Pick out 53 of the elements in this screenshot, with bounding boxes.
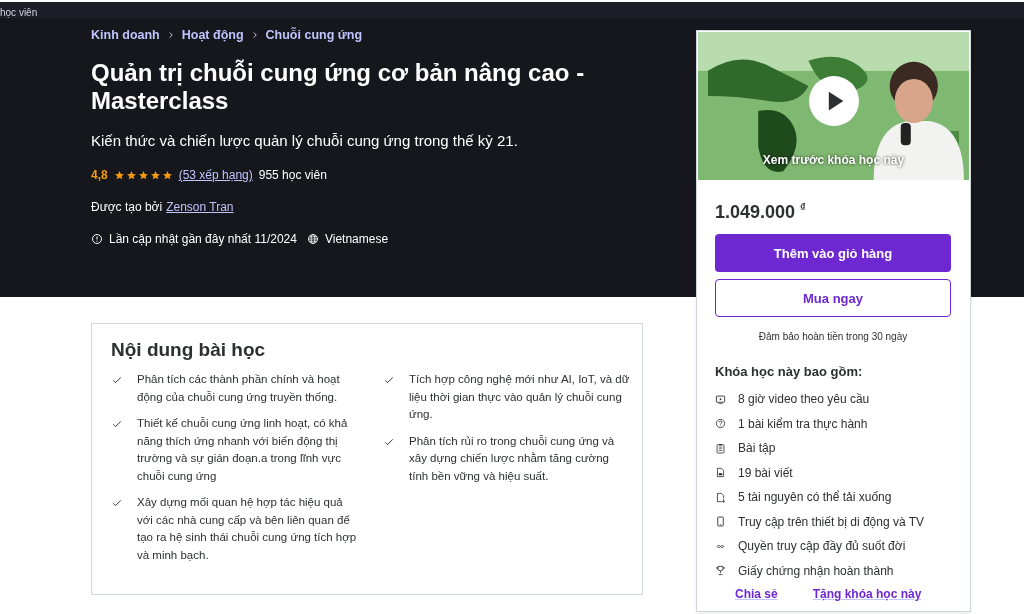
breadcrumb-link[interactable]: Kinh doanh (91, 28, 160, 42)
star-icon (161, 169, 173, 181)
star-icon (137, 169, 149, 181)
learning-point: Thiết kế chuỗi cung ứng linh hoạt, có khả năng thích ứng nhanh với biến động thị trường và sự gián đoạn.a trong lĩnh vực chuỗi cung ứng (137, 416, 349, 484)
file-download-icon (715, 491, 726, 503)
star-icon (125, 169, 137, 181)
author-link[interactable]: Zenson Tran (166, 200, 234, 214)
card-link[interactable]: Chia sẻ (735, 587, 778, 601)
feature-text: 1 bài kiểm tra thực hành (738, 416, 868, 431)
breadcrumb-link[interactable]: Hoạt động (181, 28, 244, 42)
question-icon (715, 418, 726, 430)
course-subtitle: Kiến thức và chiến lược quản lý chuỗi cung ứng trong thế kỷ 21. (91, 132, 519, 149)
last-updated: Lần cập nhật gần đây nhất 11/2024 (109, 232, 297, 246)
rating-score: 4,8 (91, 168, 108, 182)
student-count: 955 học viên (258, 168, 327, 182)
star-icon (149, 169, 161, 181)
ratings-link[interactable]: (53 xếp hạng) (178, 168, 253, 182)
section-heading: Nội dung bài học (111, 339, 267, 361)
feature-text: Truy cập trên thiết bị di động và TV (738, 514, 925, 529)
star-icon (113, 169, 125, 181)
phone-icon (715, 516, 726, 528)
feature-text: Bài tập (738, 441, 776, 456)
feature-text: Quyền truy cập đầy đủ suốt đời (738, 539, 906, 554)
check-icon (111, 418, 123, 430)
add-to-cart-button[interactable]: Thêm vào giỏ hàng (715, 234, 951, 272)
includes-heading: Khóa học này bao gồm: (715, 364, 864, 379)
video-icon (715, 393, 726, 405)
learning-point: Phân tích rủi ro trong chuỗi cung ứng và xây dựng chiến lược nhằm tăng cường tính bền vững và hiệu suất. (409, 433, 616, 484)
trophy-icon (715, 565, 726, 577)
document-icon (715, 467, 726, 479)
globe-icon (306, 233, 319, 245)
feature-text: 8 giờ video theo yêu cầu (738, 392, 870, 407)
course-language: Vietnamese (324, 232, 389, 246)
course-price: 1.049.000 $^{₫}$ (715, 201, 807, 223)
buy-now-button[interactable]: Mua ngay (715, 279, 951, 317)
check-icon (383, 374, 395, 386)
alert-icon (91, 233, 103, 245)
check-icon (111, 374, 123, 386)
breadcrumb-link[interactable]: Chuỗi cung ứng (265, 28, 363, 42)
play-icon (808, 76, 859, 126)
learning-point: Tích hợp công nghệ mới như AI, IoT, và dữ liệu thời gian thực vào quản lý chuỗi cung ứng. (409, 372, 631, 422)
header-text: học viên (0, 8, 38, 18)
learning-point: Phân tích các thành phần chính và hoạt động của chuỗi cung ứng truyền thống. (137, 372, 341, 405)
course-title: Quản trị chuỗi cung ứng cơ bản nâng cao - Masterclass (91, 59, 586, 115)
created-label: Được tạo bởi (91, 200, 163, 214)
feature-text: 19 bài viết (738, 465, 793, 480)
check-icon (111, 497, 123, 509)
guarantee-text: Đảm bảo hoàn tiền trong 30 ngày (757, 331, 909, 342)
learning-point: Xây dựng mối quan hệ hợp tác hiệu quả với các nhà cung cấp và bên liên quan để tạo ra hệ sinh thái chuỗi cung ứng tích hợp và minh bạch. (137, 495, 358, 563)
clipboard-icon (715, 442, 726, 454)
feature-text: 5 tài nguyên có thể tải xuống (738, 490, 892, 505)
feature-text: Giấy chứng nhận hoàn thành (738, 563, 894, 578)
card-link[interactable]: Tặng khóa học này (812, 587, 922, 601)
